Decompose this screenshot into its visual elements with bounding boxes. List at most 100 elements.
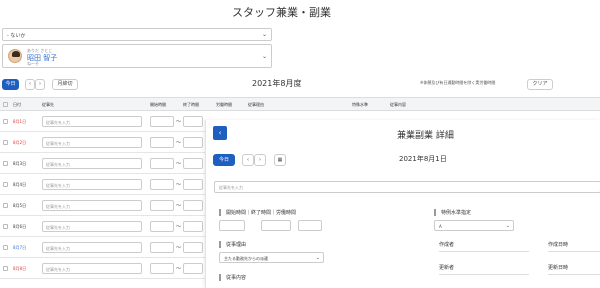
chevron-down-icon: ⌄ bbox=[261, 53, 267, 60]
end-time-input[interactable] bbox=[183, 242, 203, 253]
created-at-label: 作成日時 bbox=[548, 242, 569, 248]
row-checkbox[interactable] bbox=[3, 245, 8, 250]
updated-at-divider bbox=[548, 274, 600, 275]
row-date: 8月2日 bbox=[13, 140, 27, 145]
monthly-close-button[interactable]: 月締切 bbox=[52, 79, 78, 90]
user-sub: ねーそ bbox=[27, 61, 39, 66]
back-button[interactable]: ‹ bbox=[213, 126, 227, 140]
clear-button[interactable]: クリア bbox=[527, 79, 553, 90]
employer-input[interactable]: 従事先を入力 bbox=[42, 263, 142, 274]
time-separator: 〜 bbox=[176, 140, 182, 146]
chevron-left-icon: ‹ bbox=[218, 129, 222, 137]
user-select[interactable]: ありだ さとこ 昭田 智子 ねーそ ⌄ bbox=[2, 44, 272, 68]
end-time-input[interactable] bbox=[183, 179, 203, 190]
end-time-input[interactable] bbox=[183, 221, 203, 232]
reason-select[interactable]: 主たる勤務先からの派遣 ⌄ bbox=[219, 252, 324, 263]
chevron-down-icon: ⌄ bbox=[315, 255, 320, 261]
row-checkbox[interactable] bbox=[3, 119, 8, 124]
start-time-input[interactable] bbox=[150, 158, 174, 169]
column-header-reason: 従事理由 bbox=[248, 102, 264, 107]
month-title: 2021年8月度 bbox=[252, 79, 302, 88]
end-time-input[interactable] bbox=[183, 200, 203, 211]
end-time-input[interactable] bbox=[261, 220, 291, 231]
start-time-input[interactable] bbox=[150, 200, 174, 211]
filter-select[interactable]: - ないか ⌄ bbox=[2, 28, 272, 41]
employer-input[interactable]: 従事先を入力 bbox=[42, 116, 142, 127]
special-select-value: A bbox=[439, 224, 442, 229]
content-label: 従事内容 bbox=[219, 274, 246, 281]
start-time-input[interactable] bbox=[150, 179, 174, 190]
row-checkbox[interactable] bbox=[3, 161, 8, 166]
calendar-button[interactable]: ▦ bbox=[274, 154, 286, 166]
row-date: 8月6日 bbox=[13, 224, 27, 229]
row-date: 8月3日 bbox=[13, 161, 27, 166]
employer-input[interactable]: 従事先を入力 bbox=[42, 158, 142, 169]
start-time-input[interactable] bbox=[150, 242, 174, 253]
time-separator: 〜 bbox=[176, 182, 182, 188]
column-header-end: 終了時間 bbox=[183, 102, 199, 107]
time-separator: 〜 bbox=[176, 245, 182, 251]
created-at-divider bbox=[548, 251, 600, 252]
prev-month-button[interactable]: ‹ bbox=[25, 79, 35, 90]
employer-input[interactable]: 従事先を入力 bbox=[42, 221, 142, 232]
column-header-content: 従事内容 bbox=[390, 102, 406, 107]
time-separator: 〜 bbox=[176, 119, 182, 125]
column-header-employer: 従事先 bbox=[42, 102, 54, 107]
chevron-down-icon: ⌄ bbox=[505, 223, 510, 229]
working-hours-note: ※休憩及び有日通勤時間を除く実労働時間 bbox=[420, 80, 496, 85]
time-label: 開始時間｜終了時間｜労働時間 bbox=[219, 209, 296, 216]
end-time-input[interactable] bbox=[183, 116, 203, 127]
detail-prev-button[interactable]: ‹ bbox=[242, 154, 254, 166]
end-time-input[interactable] bbox=[183, 263, 203, 274]
row-checkbox[interactable] bbox=[3, 203, 8, 208]
page-title: スタッフ兼業・副業 bbox=[232, 6, 331, 19]
employer-input[interactable]: 従事先を入力 bbox=[42, 179, 142, 190]
next-month-button[interactable]: › bbox=[35, 79, 45, 90]
today-button[interactable]: 今日 bbox=[2, 79, 19, 90]
column-header-hours: 労働時間 bbox=[216, 102, 232, 107]
end-time-input[interactable] bbox=[183, 137, 203, 148]
hours-input[interactable] bbox=[298, 220, 322, 231]
updater-label: 更新者 bbox=[439, 265, 455, 271]
updater-divider bbox=[439, 274, 529, 275]
updated-at-label: 更新日時 bbox=[548, 265, 569, 271]
row-date: 8月8日 bbox=[13, 266, 27, 271]
start-time-input[interactable] bbox=[219, 220, 245, 231]
special-label: 特例水準指定 bbox=[434, 209, 471, 216]
end-time-input[interactable] bbox=[183, 158, 203, 169]
start-time-input[interactable] bbox=[150, 116, 174, 127]
row-checkbox[interactable] bbox=[3, 266, 8, 271]
employer-input[interactable]: 従事先を入力 bbox=[214, 181, 600, 193]
column-header-special: 特殊水準 bbox=[352, 102, 368, 107]
chevron-down-icon: ⌄ bbox=[261, 31, 267, 38]
row-checkbox[interactable] bbox=[3, 182, 8, 187]
detail-title: 兼業副業 詳細 bbox=[397, 131, 454, 141]
table-header-row: 日付 従事先 開始時間 終了時間 労働時間 従事理由 特殊水準 従事内容 bbox=[0, 97, 600, 111]
row-date: 8月5日 bbox=[13, 203, 27, 208]
detail-next-button[interactable]: › bbox=[254, 154, 266, 166]
start-time-input[interactable] bbox=[150, 137, 174, 148]
detail-date: 2021年8月1日 bbox=[399, 155, 447, 163]
reason-label: 従事理由 bbox=[219, 241, 246, 248]
detail-today-button[interactable]: 今日 bbox=[213, 154, 235, 166]
row-date: 8月7日 bbox=[13, 245, 27, 250]
row-date: 8月1日 bbox=[13, 119, 27, 124]
detail-panel: ‹ 兼業副業 詳細 今日 ‹ › ▦ 2021年8月1日 従事先を入力 開始時間… bbox=[205, 120, 600, 288]
row-checkbox[interactable] bbox=[3, 224, 8, 229]
row-date: 8月4日 bbox=[13, 182, 27, 187]
time-separator: 〜 bbox=[176, 266, 182, 272]
column-header-date: 日付 bbox=[13, 102, 21, 107]
employer-input[interactable]: 従事先を入力 bbox=[42, 242, 142, 253]
start-time-input[interactable] bbox=[150, 263, 174, 274]
creator-divider bbox=[439, 251, 529, 252]
avatar bbox=[8, 49, 22, 63]
calendar-icon: ▦ bbox=[277, 157, 283, 163]
start-time-input[interactable] bbox=[150, 221, 174, 232]
time-separator: 〜 bbox=[176, 161, 182, 167]
employer-input[interactable]: 従事先を入力 bbox=[42, 200, 142, 211]
select-all-checkbox[interactable] bbox=[3, 102, 8, 107]
row-checkbox[interactable] bbox=[3, 140, 8, 145]
special-select[interactable]: A ⌄ bbox=[434, 220, 514, 231]
employer-input[interactable]: 従事先を入力 bbox=[42, 137, 142, 148]
reason-select-value: 主たる勤務先からの派遣 bbox=[224, 256, 268, 261]
